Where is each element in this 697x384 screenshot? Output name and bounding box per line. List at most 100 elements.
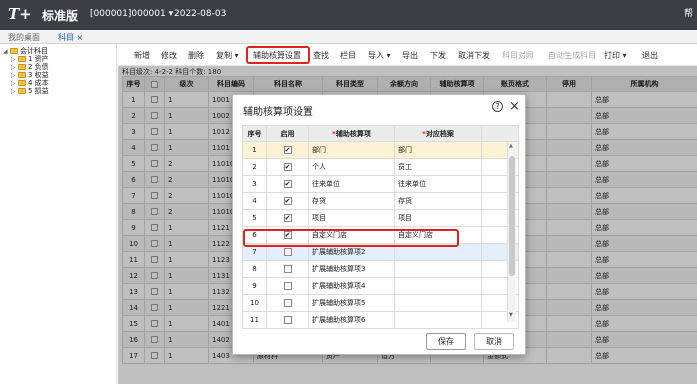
- dialog-title: 辅助核算项设置: [243, 107, 313, 118]
- dialog-scrollbar[interactable]: ▲ ▼: [507, 142, 516, 322]
- archive-cell[interactable]: 往来单位: [394, 175, 482, 193]
- enabled-checkbox[interactable]: [283, 282, 292, 290]
- archive-cell[interactable]: [394, 260, 482, 278]
- app-header: T+ 标准版 [000001]000001 ▾ 2022-08-03 帮: [0, 0, 697, 30]
- auto-generate-button[interactable]: 自动生成科目: [548, 50, 596, 61]
- login-date: 2022-08-03: [174, 9, 227, 19]
- dialog-row[interactable]: 4 ✔ 存货 存货: [242, 192, 519, 210]
- aux-item-cell[interactable]: 个人: [308, 158, 395, 176]
- col-number: 序号: [242, 125, 267, 142]
- archive-cell[interactable]: 存货: [394, 192, 482, 210]
- help-icon[interactable]: ?: [492, 101, 503, 112]
- dialog-header-row: 序号 启用 *辅助核算项 *对应档案: [242, 125, 519, 142]
- edition-label: 标准版: [42, 9, 79, 23]
- account-mapping-button[interactable]: 科目对照: [502, 50, 534, 61]
- enabled-cell: [266, 311, 309, 329]
- close-icon[interactable]: ×: [509, 99, 520, 114]
- enabled-checkbox[interactable]: [283, 316, 292, 324]
- archive-cell[interactable]: 员工: [394, 158, 482, 176]
- dialog-row[interactable]: 3 ✔ 往来单位 往来单位: [242, 175, 519, 193]
- columns-button[interactable]: 栏目: [340, 50, 356, 61]
- row-number: 8: [242, 260, 267, 278]
- row-number: 5: [242, 209, 267, 227]
- dialog-row[interactable]: 10 扩展辅助核算项5: [242, 294, 519, 312]
- tab-desktop[interactable]: 我的桌面: [8, 32, 40, 43]
- aux-item-cell[interactable]: 往来单位: [308, 175, 395, 193]
- enabled-checkbox-checked[interactable]: ✔: [283, 214, 292, 222]
- collapse-icon[interactable]: ◢: [3, 48, 8, 55]
- cancel-button[interactable]: 取消: [474, 333, 514, 350]
- tree-item-label: 5 损益: [28, 87, 49, 95]
- col-enabled: 启用: [266, 125, 309, 142]
- row-number: 1: [242, 141, 267, 159]
- row-number: 4: [242, 192, 267, 210]
- archive-cell[interactable]: 部门: [394, 141, 482, 159]
- save-button[interactable]: 保存: [426, 333, 466, 350]
- enabled-checkbox-checked[interactable]: ✔: [283, 197, 292, 205]
- enabled-cell: ✔: [266, 192, 309, 210]
- delete-button[interactable]: 删除: [188, 50, 204, 61]
- enabled-cell: ✔: [266, 141, 309, 159]
- dialog-row[interactable]: 1 ✔ 部门 部门: [242, 141, 519, 159]
- expand-icon[interactable]: ▷: [11, 88, 16, 95]
- account-selector[interactable]: [000001]000001 ▾: [90, 9, 173, 19]
- new-button[interactable]: 新增: [134, 50, 150, 61]
- aux-item-cell[interactable]: 存货: [308, 192, 395, 210]
- dialog-row[interactable]: 11 扩展辅助核算项6: [242, 311, 519, 329]
- dialog-row[interactable]: 8 扩展辅助核算项3: [242, 260, 519, 278]
- edit-button[interactable]: 修改: [161, 50, 177, 61]
- dialog-row[interactable]: 5 ✔ 项目 项目: [242, 209, 519, 227]
- find-button[interactable]: 查找: [313, 50, 329, 61]
- highlight-box: [243, 229, 459, 247]
- col-archive: *对应档案: [394, 125, 482, 142]
- enabled-cell: ✔: [266, 209, 309, 227]
- enabled-cell: [266, 260, 309, 278]
- enabled-cell: [266, 294, 309, 312]
- enabled-checkbox[interactable]: [283, 299, 292, 307]
- dialog-row[interactable]: 2 ✔ 个人 员工: [242, 158, 519, 176]
- folder-icon: [18, 88, 26, 94]
- row-number: 3: [242, 175, 267, 193]
- import-button[interactable]: 导入 ▾: [368, 50, 391, 61]
- print-button[interactable]: 打印 ▾: [604, 50, 627, 61]
- aux-item-cell[interactable]: 扩展辅助核算项5: [308, 294, 395, 312]
- row-number: 9: [242, 277, 267, 295]
- aux-item-cell[interactable]: 扩展辅助核算项6: [308, 311, 395, 329]
- aux-item-cell[interactable]: 扩展辅助核算项3: [308, 260, 395, 278]
- tree-item-profitloss[interactable]: ▷ 5 损益: [11, 86, 49, 96]
- row-number: 10: [242, 294, 267, 312]
- logo-text: T+: [8, 5, 32, 23]
- enabled-checkbox[interactable]: [283, 265, 292, 273]
- archive-cell[interactable]: [394, 277, 482, 295]
- copy-button[interactable]: 复制 ▾: [216, 50, 239, 61]
- distribute-button[interactable]: 下发: [430, 50, 446, 61]
- app-logo: T+: [8, 5, 32, 23]
- dialog-row[interactable]: 9 扩展辅助核算项4: [242, 277, 519, 295]
- scroll-thumb[interactable]: [509, 156, 515, 276]
- help-menu[interactable]: 帮: [684, 6, 693, 19]
- enabled-cell: [266, 277, 309, 295]
- auxiliary-items-table: 序号 启用 *辅助核算项 *对应档案 1 ✔ 部门 部门 2 ✔ 个人 员工 3 ✔ 往来单位 往来单…: [242, 125, 519, 329]
- aux-item-cell[interactable]: 部门: [308, 141, 395, 159]
- cancel-distribute-button[interactable]: 取消下发: [458, 50, 490, 61]
- col-spacer: [481, 125, 519, 142]
- highlight-box: [246, 46, 310, 64]
- enabled-cell: ✔: [266, 175, 309, 193]
- row-number: 11: [242, 311, 267, 329]
- enabled-checkbox-checked[interactable]: ✔: [283, 163, 292, 171]
- enabled-checkbox[interactable]: [283, 248, 292, 256]
- exit-button[interactable]: 退出: [642, 50, 658, 61]
- toolbar: 新增 修改 删除 复制 ▾ 辅助核算设置 查找 栏目 导入 ▾ 导出 下发 取消…: [118, 44, 697, 66]
- scroll-up-icon[interactable]: ▲: [509, 143, 513, 149]
- export-button[interactable]: 导出: [402, 50, 418, 61]
- enabled-checkbox-checked[interactable]: ✔: [283, 180, 292, 188]
- aux-item-cell[interactable]: 扩展辅助核算项4: [308, 277, 395, 295]
- enabled-checkbox-checked[interactable]: ✔: [283, 146, 292, 154]
- tab-bar: 我的桌面 科目 ×: [0, 30, 697, 46]
- col-aux-item: *辅助核算项: [308, 125, 395, 142]
- archive-cell[interactable]: [394, 311, 482, 329]
- aux-item-cell[interactable]: 项目: [308, 209, 395, 227]
- archive-cell[interactable]: [394, 294, 482, 312]
- scroll-down-icon[interactable]: ▼: [509, 312, 513, 318]
- archive-cell[interactable]: 项目: [394, 209, 482, 227]
